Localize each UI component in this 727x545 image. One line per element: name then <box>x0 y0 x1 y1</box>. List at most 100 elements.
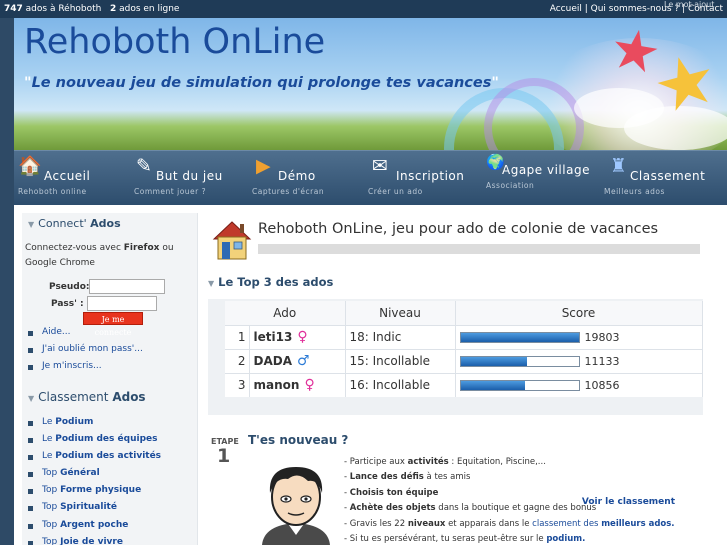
intro-text: Connectez-vous avec <box>25 243 124 253</box>
site-title[interactable]: Rehoboth OnLine <box>24 22 325 62</box>
classement-link[interactable]: classement des <box>532 519 601 529</box>
nav-item-demo[interactable]: ▶ Démo Captures d'écran <box>252 155 362 203</box>
nav-sub: Captures d'écran <box>252 187 325 196</box>
name-cell[interactable]: DADA ♂ <box>249 348 346 373</box>
col-niveau: Niveau <box>345 301 456 325</box>
connect-heading-text: Connect' <box>38 217 91 230</box>
name-cell[interactable]: manon ♀ <box>249 372 346 397</box>
list-item: - Gravis les 22 niveaux et apparais dans… <box>344 518 675 529</box>
gender-icon: ♂ <box>297 353 310 369</box>
online-count-text: ados en ligne <box>116 4 180 14</box>
intro-browser-2: Google Chrome <box>25 258 95 268</box>
level-cell: 16: Incollable <box>345 372 456 397</box>
site-slogan: "Le nouveau jeu de simulation qui prolon… <box>24 75 499 91</box>
nav-item-inscription[interactable]: ✉ Inscription Créer un ado <box>368 155 478 203</box>
top3-heading-text: Le Top 3 des ados <box>218 275 334 289</box>
step-list: - Participe aux activités : Equitation, … <box>344 455 675 545</box>
top-bar: 747 ados à Réhoboth 2 ados en ligne Accu… <box>0 0 727 18</box>
score-bar-fill <box>460 357 527 366</box>
password-input[interactable] <box>87 296 157 311</box>
podium-link[interactable]: podium. <box>546 534 585 544</box>
help-links: Aide... J'ai oublié mon pass'... Je m'in… <box>28 327 143 378</box>
name-cell[interactable]: leti13 ♀ <box>249 324 346 349</box>
player-name[interactable]: leti13 <box>254 330 293 344</box>
sidebar-item-top-general[interactable]: Top Général <box>28 468 161 485</box>
sidebar-item-top-joie[interactable]: Top Joie de vivre <box>28 537 161 545</box>
player-name[interactable]: manon <box>254 378 300 392</box>
connect-intro: Connectez-vous avec Firefox ou Google Chr… <box>25 241 174 271</box>
pencil-icon: ✎ <box>136 155 152 177</box>
score-cell: 11133 <box>455 348 703 373</box>
meilleurs-ados-link[interactable]: meilleurs ados. <box>601 519 674 529</box>
step-number: 1 <box>217 445 231 467</box>
rank-cell: 1 <box>225 324 250 349</box>
main-content: Rehoboth OnLine, jeu pour ado de colonie… <box>208 205 727 545</box>
table-row: 2 DADA ♂ 15: Incollable 11133 <box>225 348 703 373</box>
score-value: 11133 <box>584 355 620 368</box>
score-cell: 19803 <box>455 324 703 349</box>
nav-sub: Association <box>486 181 535 190</box>
connect-heading-bold: Ados <box>90 217 121 230</box>
overlay-text: Le mot ajout <box>664 0 715 9</box>
nav-label: Accueil <box>44 169 91 183</box>
ado-count-text: ados à Réhoboth <box>22 4 102 14</box>
intro-browser: Firefox <box>123 243 160 253</box>
slogan-quote-open: " <box>24 75 32 91</box>
sidebar-item-podium-equipes[interactable]: Le Podium des équipes <box>28 434 161 451</box>
nav-item-but-du-jeu[interactable]: ✎ But du jeu Comment jouer ? <box>134 155 244 203</box>
list-item: - Choisis ton équipe <box>344 487 439 498</box>
sidebar-item-podium-activites[interactable]: Le Podium des activités <box>28 451 161 468</box>
rank-cell: 2 <box>225 348 250 373</box>
nav-item-accueil[interactable]: 🏠 Accueil Rehoboth online <box>18 155 128 203</box>
sidebar-item-top-argent[interactable]: Top Argent poche <box>28 520 161 537</box>
col-ado: Ado <box>225 301 346 325</box>
register-icon: ✉ <box>372 155 388 177</box>
ado-count: 747 <box>4 4 23 14</box>
connect-heading: ▼ Connect' Ados <box>28 217 121 230</box>
nav-sub: Meilleurs ados <box>604 187 665 196</box>
score-bar-fill <box>460 333 579 342</box>
classement-links: Le Podium Le Podium des équipes Le Podiu… <box>28 417 161 545</box>
nav-label: But du jeu <box>156 169 223 183</box>
site-stats: 747 ados à Réhoboth 2 ados en ligne <box>4 0 179 18</box>
nav-label: Agape village <box>502 163 590 177</box>
collapse-icon[interactable]: ▼ <box>28 394 34 403</box>
connect-button[interactable]: Je me connecte <box>83 312 143 337</box>
table-row: 1 leti13 ♀ 18: Indic 19803 <box>225 324 703 349</box>
classement-heading-text: Classement <box>38 390 113 404</box>
register-link[interactable]: Je m'inscris... <box>28 361 143 378</box>
slogan-quote-close: " <box>491 75 499 91</box>
list-item: - Achète des objets dans la boutique et … <box>344 503 597 514</box>
house-icon <box>212 221 252 260</box>
sidebar: ▼ Connect' Ados Connectez-vous avec Firef… <box>22 213 198 545</box>
page-title: Rehoboth OnLine, jeu pour ado de colonie… <box>258 221 659 237</box>
player-name[interactable]: DADA <box>254 354 293 368</box>
nav-item-agape-village[interactable]: 🌍 Agape village Association <box>484 155 594 203</box>
gender-icon: ♀ <box>297 329 308 345</box>
table-row: 3 manon ♀ 16: Incollable 10856 <box>225 372 703 397</box>
intro-text: ou <box>159 243 174 253</box>
sidebar-item-top-forme[interactable]: Top Forme physique <box>28 485 161 502</box>
classement-heading: ▼ Classement Ados <box>28 390 146 404</box>
score-value: 10856 <box>584 379 620 393</box>
score-bar <box>459 356 580 367</box>
sidebar-item-top-spiritualite[interactable]: Top Spiritualité <box>28 502 161 519</box>
classement-heading-bold: Ados <box>112 390 146 404</box>
gender-icon: ♀ <box>304 377 315 394</box>
level-cell: 15: Incollable <box>345 348 456 373</box>
main-nav: 🏠 Accueil Rehoboth online ✎ But du jeu C… <box>14 150 727 205</box>
nav-item-classement[interactable]: ♜ Classement Meilleurs ados <box>604 155 724 203</box>
collapse-icon[interactable]: ▼ <box>28 220 34 229</box>
collapse-icon[interactable]: ▼ <box>208 279 214 288</box>
pseudo-input[interactable] <box>89 279 165 294</box>
rank-cell: 3 <box>225 372 250 397</box>
forgot-password-link[interactable]: J'ai oublié mon pass'... <box>28 344 143 361</box>
step-title: T'es nouveau ? <box>248 433 349 447</box>
sidebar-item-podium[interactable]: Le Podium <box>28 417 161 434</box>
header-banner: ★ ★ Rehoboth OnLine "Le nouveau jeu de s… <box>14 18 727 150</box>
ranking-icon: ♜ <box>610 155 628 177</box>
title-underline <box>258 244 700 254</box>
pass-label: Pass' : <box>51 299 84 309</box>
ranking-table: Ado Niveau Score 1 leti13 ♀ 18: Indic 19803 2… <box>225 301 703 397</box>
help-link[interactable]: Aide... <box>28 327 143 344</box>
